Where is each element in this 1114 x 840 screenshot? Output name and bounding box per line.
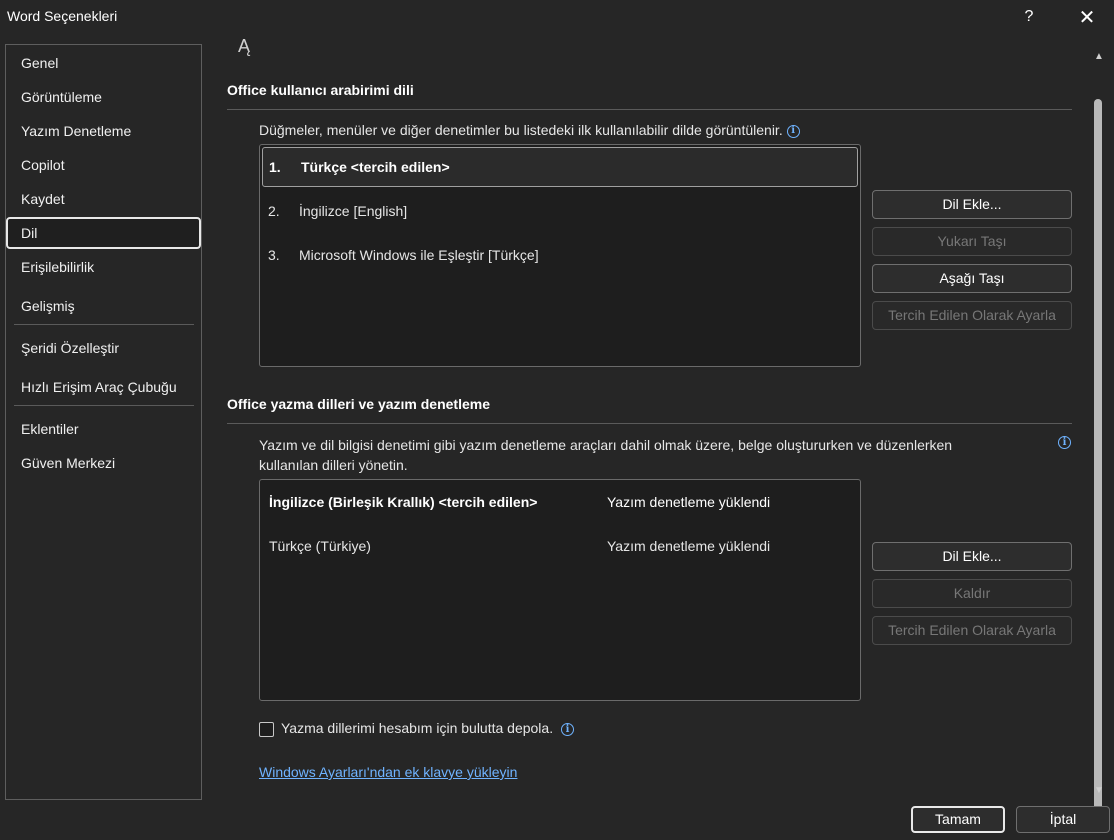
ui-language-description: Düğmeler, menüler ve diğer denetimler bu…	[259, 120, 800, 140]
scroll-down-icon[interactable]: ▼	[1091, 784, 1107, 798]
ui-language-row[interactable]: 2. İngilizce [English]	[262, 191, 858, 231]
language-name: Türkçe (Türkiye)	[269, 538, 371, 554]
scroll-up-icon[interactable]: ▲	[1091, 50, 1107, 64]
sidebar-divider	[14, 324, 194, 325]
authoring-description-line: kullanılan dilleri yönetin.	[259, 457, 408, 473]
ui-language-description-text: Düğmeler, menüler ve diğer denetimler bu…	[259, 122, 783, 138]
authoring-description-line: Yazım ve dil bilgisi denetimi gibi yazım…	[259, 437, 953, 453]
set-preferred-ui-button[interactable]: Tercih Edilen Olarak Ayarla	[872, 301, 1072, 330]
authoring-language-row[interactable]: İngilizce (Birleşik Krallık) <tercih edi…	[262, 482, 858, 522]
add-ui-language-button[interactable]: Dil Ekle...	[872, 190, 1072, 219]
sidebar-divider	[14, 405, 194, 406]
sidebar-item-guven-merkezi[interactable]: Güven Merkezi	[6, 447, 201, 479]
sidebar-item-goruntuleme[interactable]: Görüntüleme	[6, 81, 201, 113]
content-scrollbar[interactable]: ▲ ▼	[1091, 44, 1107, 821]
proofing-status: Yazım denetleme yüklendi	[607, 494, 771, 510]
row-number: 1.	[269, 159, 281, 175]
authoring-heading: Office yazma dilleri ve yazım denetleme	[227, 396, 491, 412]
window-title: Word Seçenekleri	[7, 8, 118, 24]
sidebar-item-genel[interactable]: Genel	[6, 47, 201, 79]
row-number: 2.	[268, 203, 280, 219]
language-icon: Ą	[238, 36, 251, 56]
sidebar-item-eklentiler[interactable]: Eklentiler	[6, 413, 201, 445]
cloud-store-label-text: Yazma dillerimi hesabım için bulutta dep…	[281, 720, 554, 736]
sidebar-item-copilot[interactable]: Copilot	[6, 149, 201, 181]
move-up-button[interactable]: Yukarı Taşı	[872, 227, 1072, 256]
title-bar: Word Seçenekleri ? ✕	[0, 0, 1114, 36]
info-icon[interactable]: i	[786, 124, 800, 138]
cloud-store-checkbox[interactable]	[259, 722, 274, 737]
language-options-panel: Ą Office kullanıcı arabirimi dili Düğmel…	[210, 36, 1088, 800]
keyboard-settings-link[interactable]: Windows Ayarları'ndan ek klavye yükleyin	[259, 764, 517, 780]
ui-language-heading: Office kullanıcı arabirimi dili	[227, 82, 414, 98]
sidebar-item-gelismis[interactable]: Gelişmiş	[6, 290, 201, 322]
ok-button[interactable]: Tamam	[911, 806, 1005, 833]
move-down-button[interactable]: Aşağı Taşı	[872, 264, 1072, 293]
ui-language-list[interactable]: 1. Türkçe <tercih edilen> 2. İngilizce […	[259, 144, 861, 367]
cloud-store-label[interactable]: Yazma dillerimi hesabım için bulutta dep…	[281, 720, 574, 736]
ui-language-row[interactable]: 1. Türkçe <tercih edilen>	[262, 147, 858, 187]
close-icon: ✕	[1078, 6, 1096, 29]
authoring-description: Yazım ve dil bilgisi denetimi gibi yazım…	[259, 435, 1029, 475]
section-divider	[227, 423, 1072, 424]
sidebar-item-yazim-denetleme[interactable]: Yazım Denetleme	[6, 115, 201, 147]
sidebar-item-seridi-ozellestir[interactable]: Şeridi Özelleştir	[6, 332, 201, 364]
sidebar-item-kaydet[interactable]: Kaydet	[6, 183, 201, 215]
sidebar-nav: Genel Görüntüleme Yazım Denetleme Copilo…	[5, 44, 202, 800]
ui-language-row[interactable]: 3. Microsoft Windows ile Eşleştir [Türkç…	[262, 235, 858, 275]
close-button[interactable]: ✕	[1069, 2, 1105, 32]
cancel-button[interactable]: İptal	[1016, 806, 1110, 833]
scrollbar-thumb[interactable]	[1094, 99, 1102, 821]
add-authoring-language-button[interactable]: Dil Ekle...	[872, 542, 1072, 571]
language-name: Microsoft Windows ile Eşleştir [Türkçe]	[299, 247, 539, 263]
help-button[interactable]: ?	[1011, 2, 1047, 32]
language-name: İngilizce [English]	[299, 203, 408, 219]
section-divider	[227, 109, 1072, 110]
set-preferred-authoring-button[interactable]: Tercih Edilen Olarak Ayarla	[872, 616, 1072, 645]
remove-language-button[interactable]: Kaldır	[872, 579, 1072, 608]
info-icon[interactable]: i	[1058, 436, 1071, 449]
sidebar-item-dil[interactable]: Dil	[6, 217, 201, 249]
row-number: 3.	[268, 247, 280, 263]
sidebar-item-hizli-erisim[interactable]: Hızlı Erişim Araç Çubuğu	[6, 371, 201, 403]
authoring-language-list[interactable]: İngilizce (Birleşik Krallık) <tercih edi…	[259, 479, 861, 701]
info-icon[interactable]: i	[561, 722, 574, 736]
sidebar-item-erisilebilirlik[interactable]: Erişilebilirlik	[6, 251, 201, 283]
language-name: Türkçe <tercih edilen>	[301, 159, 450, 175]
proofing-status: Yazım denetleme yüklendi	[607, 538, 771, 554]
authoring-language-row[interactable]: Türkçe (Türkiye) Yazım denetleme yüklend…	[262, 526, 858, 566]
language-name: İngilizce (Birleşik Krallık) <tercih edi…	[269, 494, 538, 510]
